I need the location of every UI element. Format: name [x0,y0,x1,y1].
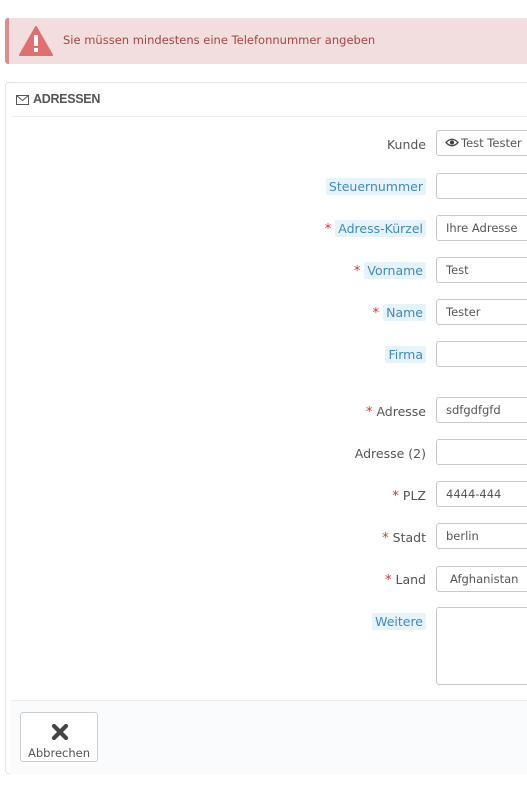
envelope-icon [16,95,29,105]
other-textarea[interactable] [436,607,527,685]
cancel-label: Abbrechen [28,746,90,760]
postcode-input[interactable]: 4444-444 [436,481,527,507]
eye-icon [445,138,459,147]
customer-button[interactable]: Test Tester [436,130,527,156]
customer-value: Test Tester [461,136,522,150]
lastname-input[interactable]: Tester [436,299,527,325]
panel-title: ADRESSEN [33,92,101,106]
panel-heading: ADRESSEN [11,83,527,117]
address2-input[interactable] [436,439,527,465]
firstname-input[interactable]: Test [436,257,527,283]
alias-label: * Adress-Kürzel [325,220,426,238]
alias-input[interactable]: Ihre Adresse [436,215,527,241]
warning-icon [19,26,53,56]
address1-label: * Adresse [365,404,426,420]
panel-footer: Abbrechen [10,700,527,774]
country-label: * Land [385,572,426,588]
address1-input[interactable]: sdfgdfgfd [436,397,527,423]
postcode-label: * PLZ [392,488,426,504]
cancel-button[interactable]: Abbrechen [20,712,98,762]
close-icon [51,723,69,741]
firstname-label: * Vorname [354,262,426,280]
tax-number-label: Steuernummer [325,178,426,195]
city-label: * Stadt [382,530,426,546]
company-input[interactable] [436,341,527,367]
tax-number-input[interactable] [436,173,527,199]
alert-message: Sie müssen mindestens eine Telefonnummer… [63,33,376,47]
error-alert: Sie müssen mindestens eine Telefonnummer… [5,18,527,64]
other-label: Weitere [372,613,426,630]
company-label: Firma [385,346,426,363]
country-select[interactable]: Afghanistan [436,566,527,592]
lastname-label: * Name [373,304,426,322]
city-input[interactable]: berlin [436,523,527,549]
customer-label: Kunde [386,137,426,152]
address2-label: Adresse (2) [354,446,426,461]
